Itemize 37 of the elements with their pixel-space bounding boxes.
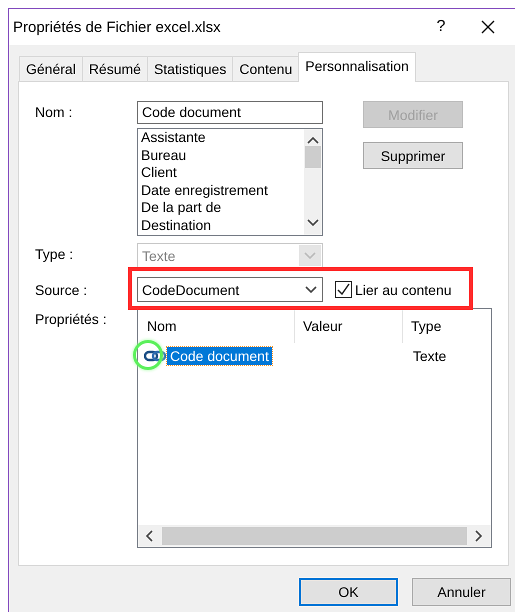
dropdown-caret-icon[interactable] <box>305 284 317 296</box>
checkbox-label[interactable]: Lier au contenu <box>355 282 452 298</box>
column-header[interactable]: Valeur <box>295 309 403 343</box>
horizontal-scrollbar[interactable] <box>138 525 491 547</box>
list-item[interactable]: Destination <box>141 216 301 234</box>
checkbox[interactable] <box>335 281 352 298</box>
scroll-down-icon[interactable] <box>307 217 319 229</box>
list-item[interactable]: De la part de <box>141 199 301 216</box>
help-button[interactable]: ? <box>421 18 461 36</box>
list-item[interactable]: Bureau <box>141 146 301 164</box>
list-item[interactable]: Date enregistrement <box>141 182 301 199</box>
property-name[interactable]: Code document <box>167 347 272 365</box>
tab[interactable]: Personnalisation <box>298 52 416 82</box>
scroll-thumb[interactable] <box>305 146 321 168</box>
ok-button[interactable]: OK <box>299 578 398 606</box>
highlight-circle <box>133 340 163 370</box>
field-label: Type : <box>35 245 74 264</box>
scroll-right-icon[interactable] <box>473 530 485 542</box>
chain-link-icon <box>144 350 166 362</box>
name-field[interactable]: Code document <box>137 101 323 124</box>
column-header[interactable]: Nom <box>139 309 295 343</box>
source-dropdown[interactable]: CodeDocument <box>137 277 323 302</box>
property-type: Texte <box>412 347 448 365</box>
name-list[interactable]: Assistante Bureau Client Date enregistrement De la part de Destination <box>137 128 323 236</box>
check-icon <box>337 283 350 296</box>
list-item[interactable]: Assistante <box>141 129 301 146</box>
field-label: Source : <box>35 282 88 298</box>
scrollbar[interactable] <box>304 129 322 235</box>
window-title: Propriétés de Fichier excel.xlsx <box>13 18 222 36</box>
delete-button[interactable]: Supprimer <box>363 142 463 169</box>
cancel-button[interactable]: Annuler <box>412 578 511 606</box>
field-label: Propriétés : <box>35 310 108 329</box>
tab[interactable]: Général <box>19 56 83 81</box>
list-item[interactable]: Client <box>141 164 301 182</box>
field-label: Nom : <box>35 103 74 122</box>
column-header[interactable]: Type <box>403 309 442 343</box>
close-icon[interactable] <box>481 20 495 34</box>
